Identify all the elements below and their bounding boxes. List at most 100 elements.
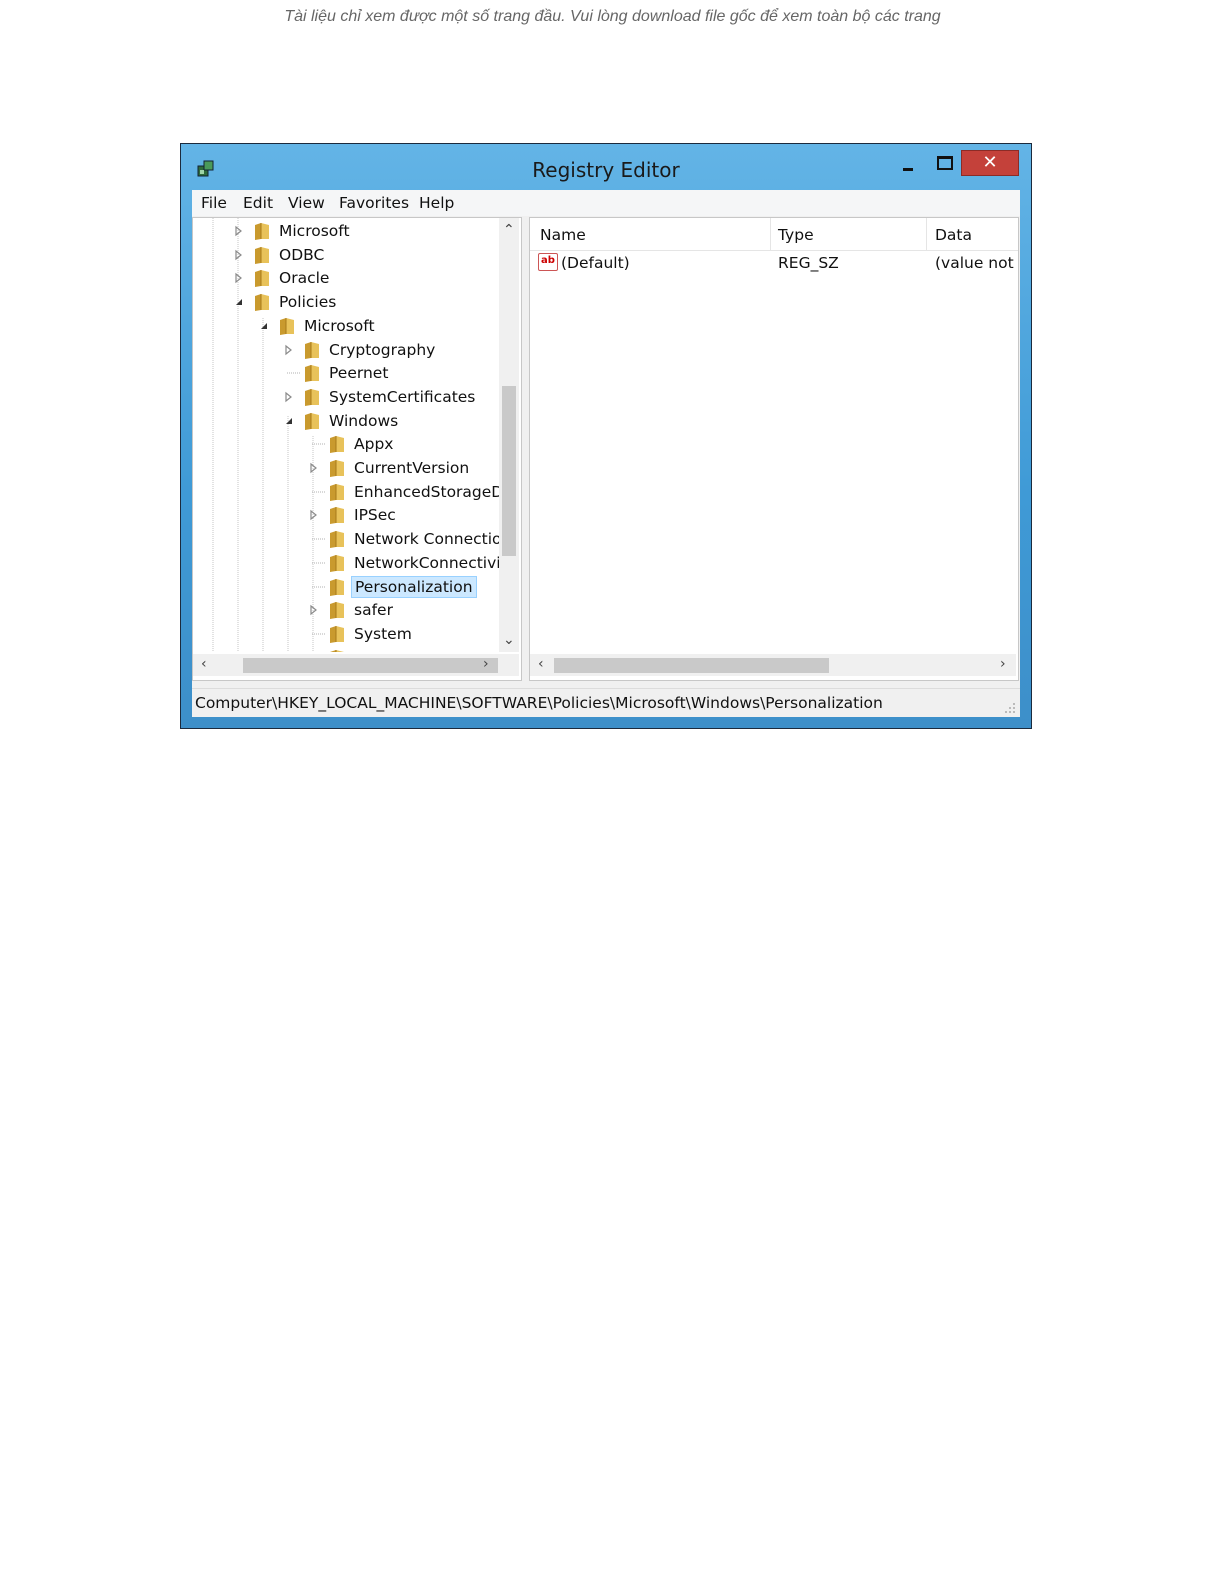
- scroll-down-icon[interactable]: ⌄: [503, 632, 515, 648]
- folder-icon: [328, 553, 346, 573]
- expand-arrow-icon[interactable]: [233, 248, 245, 262]
- tree-node-label: System: [354, 624, 412, 643]
- folder-icon: [253, 292, 271, 312]
- tree-node-label: NetworkConnectivityStatusIndicator: [354, 553, 499, 572]
- collapse-arrow-icon[interactable]: [258, 319, 270, 333]
- folder-icon: [303, 340, 321, 360]
- folder-icon: [253, 268, 271, 288]
- folder-icon: [328, 434, 346, 454]
- value-name: (Default): [561, 254, 630, 272]
- tree-horizontal-scrollbar[interactable]: ‹ ›: [193, 654, 519, 676]
- tree-node-label: ODBC: [279, 245, 325, 264]
- scroll-right-icon[interactable]: ›: [483, 656, 489, 672]
- maximize-button[interactable]: [929, 150, 959, 176]
- tree-node-label: Policies: [279, 293, 337, 312]
- tree-connector: [308, 556, 325, 570]
- menu-view[interactable]: View: [288, 194, 325, 212]
- folder-icon: [328, 505, 346, 525]
- expand-arrow-icon[interactable]: [233, 271, 245, 285]
- column-divider[interactable]: [926, 218, 927, 250]
- folder-icon: [328, 624, 346, 644]
- expand-arrow-icon[interactable]: [308, 651, 320, 652]
- list-horizontal-scrollbar[interactable]: ‹ ›: [530, 654, 1016, 676]
- tree-node-label: SystemCertificates: [329, 387, 476, 406]
- menu-favorites[interactable]: Favorites: [339, 194, 409, 212]
- tree-vertical-scroll-thumb[interactable]: [502, 386, 516, 556]
- folder-icon: [328, 482, 346, 502]
- folder-icon: [303, 411, 321, 431]
- folder-icon: [303, 363, 321, 383]
- folder-icon: [303, 387, 321, 407]
- collapse-arrow-icon[interactable]: [233, 295, 245, 309]
- expand-arrow-icon[interactable]: [308, 461, 320, 475]
- expand-arrow-icon[interactable]: [283, 390, 295, 404]
- tree-vertical-scrollbar[interactable]: ⌃ ⌄: [499, 218, 519, 652]
- scroll-up-icon[interactable]: ⌃: [503, 222, 515, 238]
- menu-edit[interactable]: Edit: [243, 194, 273, 212]
- menu-bar: File Edit View Favorites Help: [192, 190, 1020, 216]
- close-button[interactable]: ✕: [961, 150, 1019, 176]
- tree-node-label: IPSec: [354, 506, 396, 525]
- expand-arrow-icon[interactable]: [233, 224, 245, 238]
- tree-horizontal-scroll-thumb[interactable]: [243, 658, 498, 673]
- value-type: REG_SZ: [778, 254, 839, 272]
- minimize-button[interactable]: [893, 150, 923, 176]
- tree-node-label: Personalization: [351, 575, 477, 598]
- folder-icon: [328, 648, 346, 652]
- value-data: (value not set): [935, 254, 1017, 272]
- values-list-pane[interactable]: Name Type Data ab (Default) REG_SZ (valu…: [529, 217, 1019, 681]
- folder-icon: [253, 245, 271, 265]
- registry-editor-window: Registry Editor ✕ File Edit View Favorit…: [180, 143, 1032, 729]
- column-type[interactable]: Type: [778, 226, 814, 244]
- scroll-left-icon[interactable]: ‹: [201, 656, 207, 672]
- tree-node-label: EnhancedStorageDevices: [354, 482, 499, 501]
- tree-node-label: Peernet: [329, 364, 389, 383]
- column-divider[interactable]: [770, 218, 771, 250]
- key-tree-pane[interactable]: Microsoft ODBC Oracle Policies Microsoft Cryp…: [192, 217, 522, 681]
- folder-icon: [278, 316, 296, 336]
- current-key-path: Computer\HKEY_LOCAL_MACHINE\SOFTWARE\Pol…: [195, 694, 883, 712]
- tree-node-label: Oracle: [279, 269, 330, 288]
- value-row[interactable]: ab (Default) REG_SZ (value not set): [530, 252, 1018, 274]
- menu-file[interactable]: File: [201, 194, 227, 212]
- scroll-left-icon[interactable]: ‹: [538, 656, 544, 672]
- folder-icon: [328, 600, 346, 620]
- tree-node-label: Appx: [354, 435, 394, 454]
- column-name[interactable]: Name: [540, 226, 586, 244]
- preview-notice: Tài liệu chỉ xem được một số trang đầu. …: [284, 8, 941, 25]
- list-horizontal-scroll-thumb[interactable]: [554, 658, 829, 673]
- title-bar[interactable]: Registry Editor ✕: [181, 144, 1031, 190]
- status-bar: Computer\HKEY_LOCAL_MACHINE\SOFTWARE\Pol…: [192, 688, 1020, 717]
- column-header: Name Type Data: [530, 218, 1018, 251]
- tree-node-label: Microsoft: [279, 222, 350, 240]
- tree-node-label: WcmSvc: [351, 648, 423, 652]
- expand-arrow-icon[interactable]: [308, 508, 320, 522]
- resize-grip-icon[interactable]: [1004, 702, 1016, 714]
- folder-icon: [328, 458, 346, 478]
- folder-icon: [328, 529, 346, 549]
- menu-help[interactable]: Help: [419, 194, 454, 212]
- tree-connector: [308, 485, 325, 499]
- collapse-arrow-icon[interactable]: [283, 414, 295, 428]
- folder-icon: [328, 577, 346, 597]
- expand-arrow-icon[interactable]: [308, 603, 320, 617]
- client-area: File Edit View Favorites Help Microsoft O…: [192, 190, 1020, 717]
- tree-node-label: safer: [354, 601, 393, 620]
- column-data[interactable]: Data: [935, 226, 972, 244]
- tree-connector: [308, 627, 325, 641]
- tree-connector: [283, 366, 300, 380]
- tree-node-label: Cryptography: [329, 340, 436, 359]
- scroll-right-icon[interactable]: ›: [1000, 656, 1006, 672]
- tree-connector: [308, 580, 325, 594]
- expand-arrow-icon[interactable]: [283, 343, 295, 357]
- tree-connector: [308, 437, 325, 451]
- tree-node-label: Windows: [329, 411, 399, 430]
- tree-node-label: Network Connections: [354, 530, 499, 549]
- tree-node-label: CurrentVersion: [354, 459, 470, 477]
- tree-node-label: Microsoft: [304, 316, 375, 335]
- tree-connector: [308, 532, 325, 546]
- folder-icon: [253, 221, 271, 241]
- string-value-icon: ab: [538, 253, 558, 271]
- close-icon: ✕: [982, 152, 998, 173]
- key-tree: Microsoft ODBC Oracle Policies Microsoft Cryp…: [193, 218, 499, 652]
